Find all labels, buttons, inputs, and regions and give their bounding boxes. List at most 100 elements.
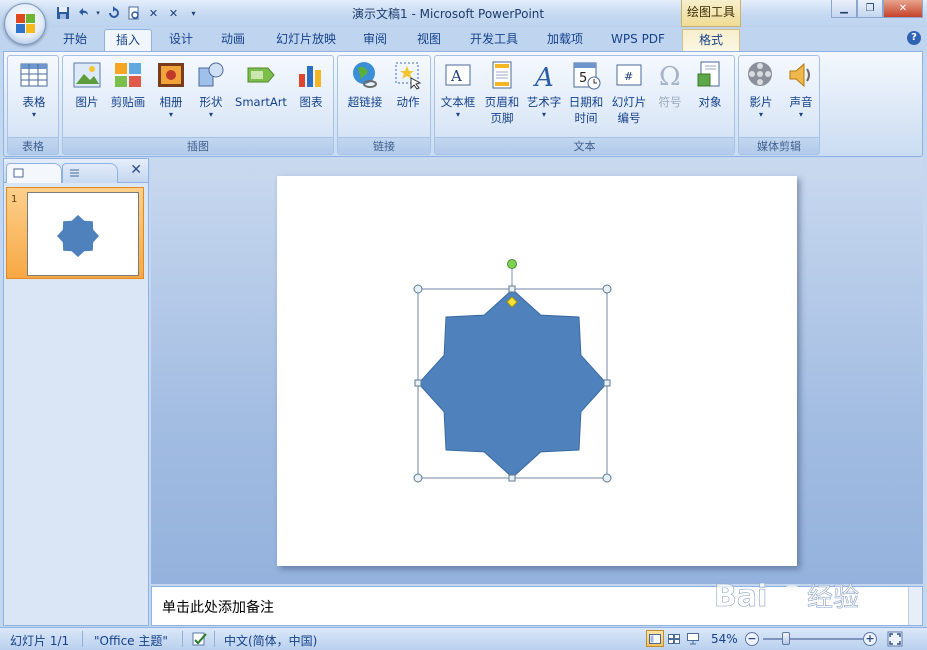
picture-button[interactable]: 图片 (69, 60, 105, 110)
undo-dropdown-icon[interactable]: ▾ (94, 5, 102, 22)
window-controls: ▁ ❐ ✕ (831, 0, 923, 18)
symbol-button[interactable]: Ω 符号 (652, 60, 688, 110)
slide-thumbnail-item[interactable]: 1 (6, 187, 144, 279)
textbox-icon: A (443, 60, 473, 90)
normal-view-button[interactable] (646, 630, 664, 647)
maximize-button[interactable]: ❐ (857, 0, 883, 18)
help-icon[interactable]: ? (907, 31, 921, 45)
sound-button[interactable]: 声音 ▾ (783, 60, 819, 120)
slide-view-icon (13, 168, 24, 178)
title-bar: ▾ ✕ ✕ ▾ 演示文稿1 - Microsoft PowerPoint 绘图工… (0, 0, 927, 27)
svg-text:#: # (624, 70, 633, 83)
clipart-icon (113, 60, 143, 90)
svg-text:A: A (533, 63, 554, 90)
resize-handle-top[interactable] (508, 285, 516, 293)
tab-view[interactable]: 视图 (408, 29, 450, 51)
delete-icon[interactable]: ✕ (165, 5, 182, 22)
office-button[interactable] (4, 3, 46, 45)
photo-album-button[interactable]: 相册 ▾ (153, 60, 189, 120)
zoom-in-icon[interactable]: + (863, 632, 877, 646)
language-status: 中文(简体，中国) (224, 634, 318, 648)
wordart-button[interactable]: A 艺术字 ▾ (524, 60, 564, 120)
save-icon[interactable] (54, 5, 71, 22)
resize-handle-right[interactable] (603, 379, 611, 387)
undo-icon[interactable] (74, 5, 91, 22)
table-button[interactable]: 表格 ▾ (14, 60, 54, 120)
slide-sorter-icon (668, 633, 680, 644)
spellcheck-icon[interactable] (192, 631, 208, 650)
resize-handle-top-left[interactable] (413, 284, 423, 294)
header-footer-label-line1: 页眉和 (484, 95, 520, 109)
cut-icon[interactable]: ✕ (145, 5, 162, 22)
zoom-out-icon[interactable]: − (745, 632, 759, 646)
resize-handle-bottom[interactable] (508, 474, 516, 482)
svg-text:Ω: Ω (659, 62, 681, 90)
svg-text:jingyan.baidu.com: jingyan.baidu.com (715, 610, 818, 622)
redo-icon[interactable] (105, 5, 122, 22)
rotation-handle[interactable] (507, 259, 517, 269)
header-footer-label-line2: 页脚 (490, 111, 514, 125)
tab-addins[interactable]: 加载项 (538, 29, 592, 51)
close-button[interactable]: ✕ (883, 0, 923, 18)
film-reel-icon (746, 60, 776, 90)
eight-point-star-shape[interactable] (417, 288, 608, 479)
date-time-button[interactable]: 5 日期和 时间 (566, 60, 606, 126)
slide-canvas[interactable] (277, 176, 797, 566)
tab-review[interactable]: 审阅 (354, 29, 396, 51)
customize-toolbar-icon[interactable]: ▾ (185, 5, 202, 22)
movie-button-label: 影片 (749, 95, 773, 109)
chart-icon (296, 60, 326, 90)
slide-sorter-view-button[interactable] (665, 630, 683, 647)
tab-animations[interactable]: 动画 (212, 29, 254, 51)
slide-editing-area (151, 158, 923, 584)
zoom-level[interactable]: 54% (711, 632, 738, 646)
fit-to-window-icon[interactable] (887, 631, 903, 650)
resize-handle-bottom-left[interactable] (413, 473, 423, 483)
object-button-label: 对象 (698, 95, 722, 109)
tab-insert[interactable]: 插入 (104, 29, 152, 51)
smartart-button[interactable]: SmartArt (233, 60, 289, 110)
baidu-watermark: Bai 经验 jingyan.baidu.com (712, 574, 912, 623)
theme-status: "Office 主题" (94, 634, 168, 648)
chart-button[interactable]: 图表 (293, 60, 329, 110)
tab-slides-view[interactable] (6, 163, 62, 183)
hyperlink-button[interactable]: 超链接 (342, 60, 388, 110)
sound-button-label: 声音 (789, 95, 813, 109)
group-links: 超链接 动作 链接 (337, 55, 431, 155)
tab-wps-pdf[interactable]: WPS PDF (602, 29, 674, 51)
tab-design[interactable]: 设计 (160, 29, 202, 51)
textbox-button[interactable]: A 文本框 ▾ (438, 60, 478, 120)
thumbnail-star-shape (57, 215, 99, 257)
status-separator (214, 631, 215, 647)
photo-album-button-label: 相册 (159, 95, 183, 109)
symbol-button-label: 符号 (658, 95, 682, 109)
close-panel-icon[interactable]: ✕ (130, 162, 142, 178)
resize-handle-left[interactable] (414, 379, 422, 387)
minimize-button[interactable]: ▁ (831, 0, 857, 18)
slides-panel: ✕ 1 (3, 158, 149, 626)
header-footer-button[interactable]: 页眉和 页脚 (481, 60, 523, 126)
slide-thumbnail-number: 1 (11, 194, 18, 205)
clipart-button[interactable]: 剪贴画 (107, 60, 149, 110)
tab-format[interactable]: 格式 (682, 29, 740, 51)
group-label-illustrations: 插图 (63, 137, 333, 154)
tab-outline-view[interactable] (62, 163, 118, 183)
notes-placeholder: 单击此处添加备注 (162, 600, 274, 616)
zoom-slider-thumb[interactable] (782, 632, 790, 645)
svg-text:A: A (450, 67, 462, 85)
tab-home[interactable]: 开始 (54, 29, 96, 51)
action-button[interactable]: 动作 (390, 60, 426, 110)
photo-album-dropdown-icon: ▾ (168, 110, 173, 119)
movie-button[interactable]: 影片 ▾ (743, 60, 779, 120)
resize-handle-bottom-right[interactable] (602, 473, 612, 483)
picture-icon (72, 60, 102, 90)
tab-slideshow[interactable]: 幻灯片放映 (266, 29, 346, 51)
slide-number-button[interactable]: # 幻灯片 编号 (608, 60, 650, 126)
zoom-slider-track[interactable] (763, 638, 863, 640)
object-button[interactable]: 对象 (692, 60, 728, 110)
slideshow-view-button[interactable] (684, 630, 702, 647)
print-preview-icon[interactable] (125, 5, 142, 22)
shapes-button[interactable]: 形状 ▾ (193, 60, 229, 120)
tab-developer[interactable]: 开发工具 (462, 29, 526, 51)
resize-handle-top-right[interactable] (602, 284, 612, 294)
